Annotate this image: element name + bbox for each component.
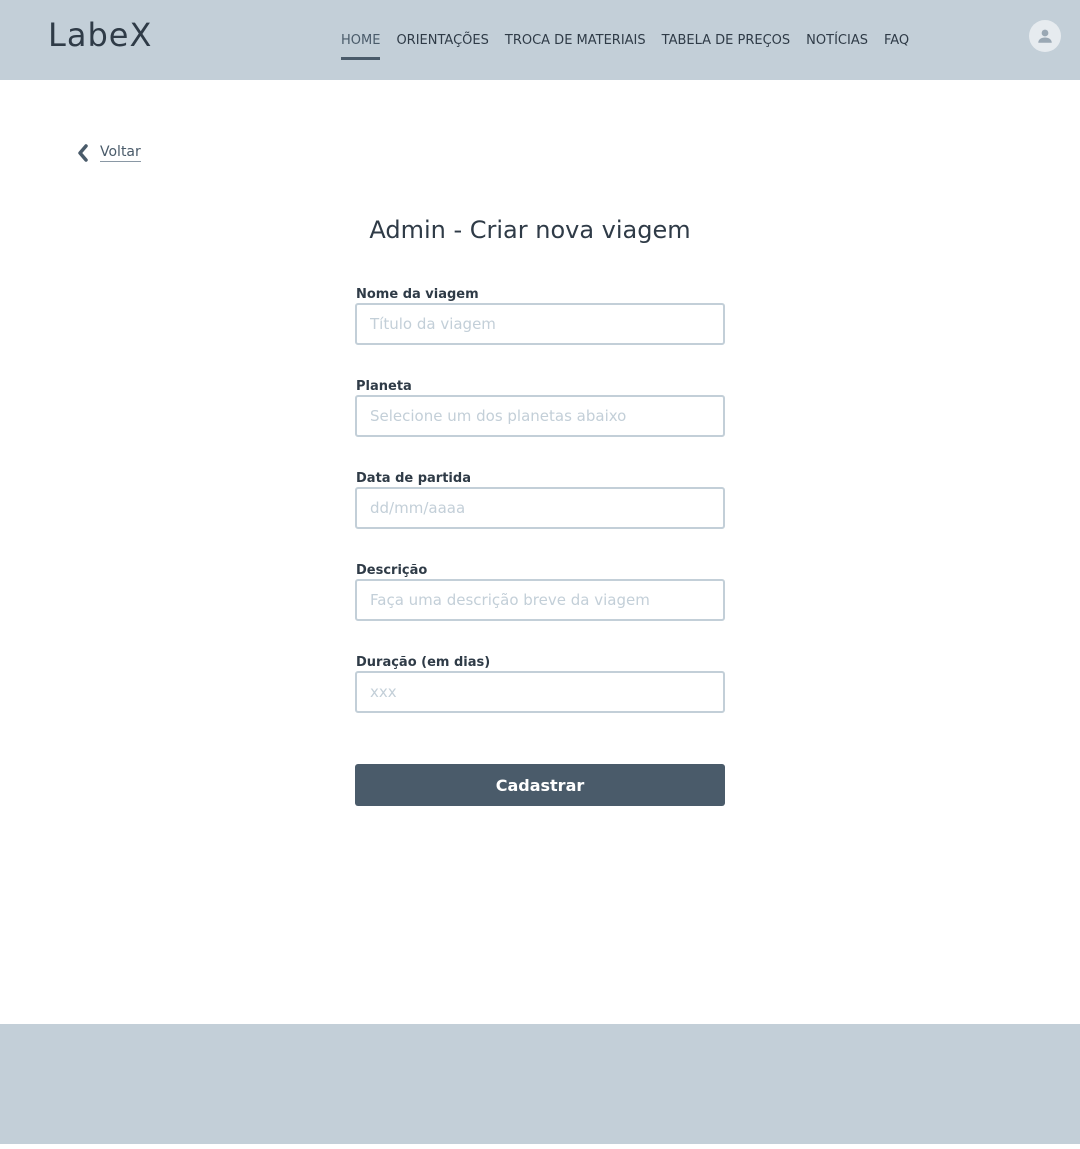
nav-item-orientacoes[interactable]: ORIENTAÇÕES	[396, 0, 488, 80]
create-trip-form: Nome da viagem Planeta Data de partida D…	[355, 286, 725, 746]
submit-button[interactable]: Cadastrar	[355, 764, 725, 806]
field-departure-date: Data de partida	[355, 470, 725, 562]
nav-item-troca-de-materiais[interactable]: TROCA DE MATERIAIS	[505, 0, 646, 80]
field-planet: Planeta	[355, 378, 725, 470]
user-icon	[1038, 29, 1052, 43]
top-header: LabeX HOME ORIENTAÇÕES TROCA DE MATERIAI…	[0, 0, 1080, 80]
footer	[0, 1024, 1080, 1144]
duration-input[interactable]	[355, 671, 725, 713]
departure-date-input[interactable]	[355, 487, 725, 529]
field-label: Data de partida	[356, 471, 471, 486]
planet-input[interactable]	[355, 395, 725, 437]
logo[interactable]: LabeX	[48, 16, 152, 54]
main-nav: HOME ORIENTAÇÕES TROCA DE MATERIAIS TABE…	[341, 0, 925, 80]
nav-item-noticias[interactable]: NOTÍCIAS	[806, 0, 868, 80]
nav-item-home[interactable]: HOME	[341, 0, 381, 80]
page-title: Admin - Criar nova viagem	[369, 216, 691, 244]
page: LabeX HOME ORIENTAÇÕES TROCA DE MATERIAI…	[0, 0, 1080, 1149]
field-label: Duração (em dias)	[356, 655, 491, 670]
field-trip-name: Nome da viagem	[355, 286, 725, 378]
nav-item-faq[interactable]: FAQ	[884, 0, 909, 80]
chevron-left-icon	[78, 144, 88, 162]
nav-item-tabela-de-precos[interactable]: TABELA DE PREÇOS	[662, 0, 791, 80]
trip-name-input[interactable]	[355, 303, 725, 345]
avatar[interactable]	[1029, 20, 1061, 52]
field-label: Nome da viagem	[356, 287, 479, 302]
back-label: Voltar	[100, 144, 141, 162]
back-link[interactable]: Voltar	[76, 143, 141, 163]
field-description: Descrição	[355, 562, 725, 654]
field-label: Planeta	[356, 379, 412, 394]
field-label: Descrição	[356, 563, 428, 578]
field-duration: Duração (em dias)	[355, 654, 725, 746]
description-input[interactable]	[355, 579, 725, 621]
